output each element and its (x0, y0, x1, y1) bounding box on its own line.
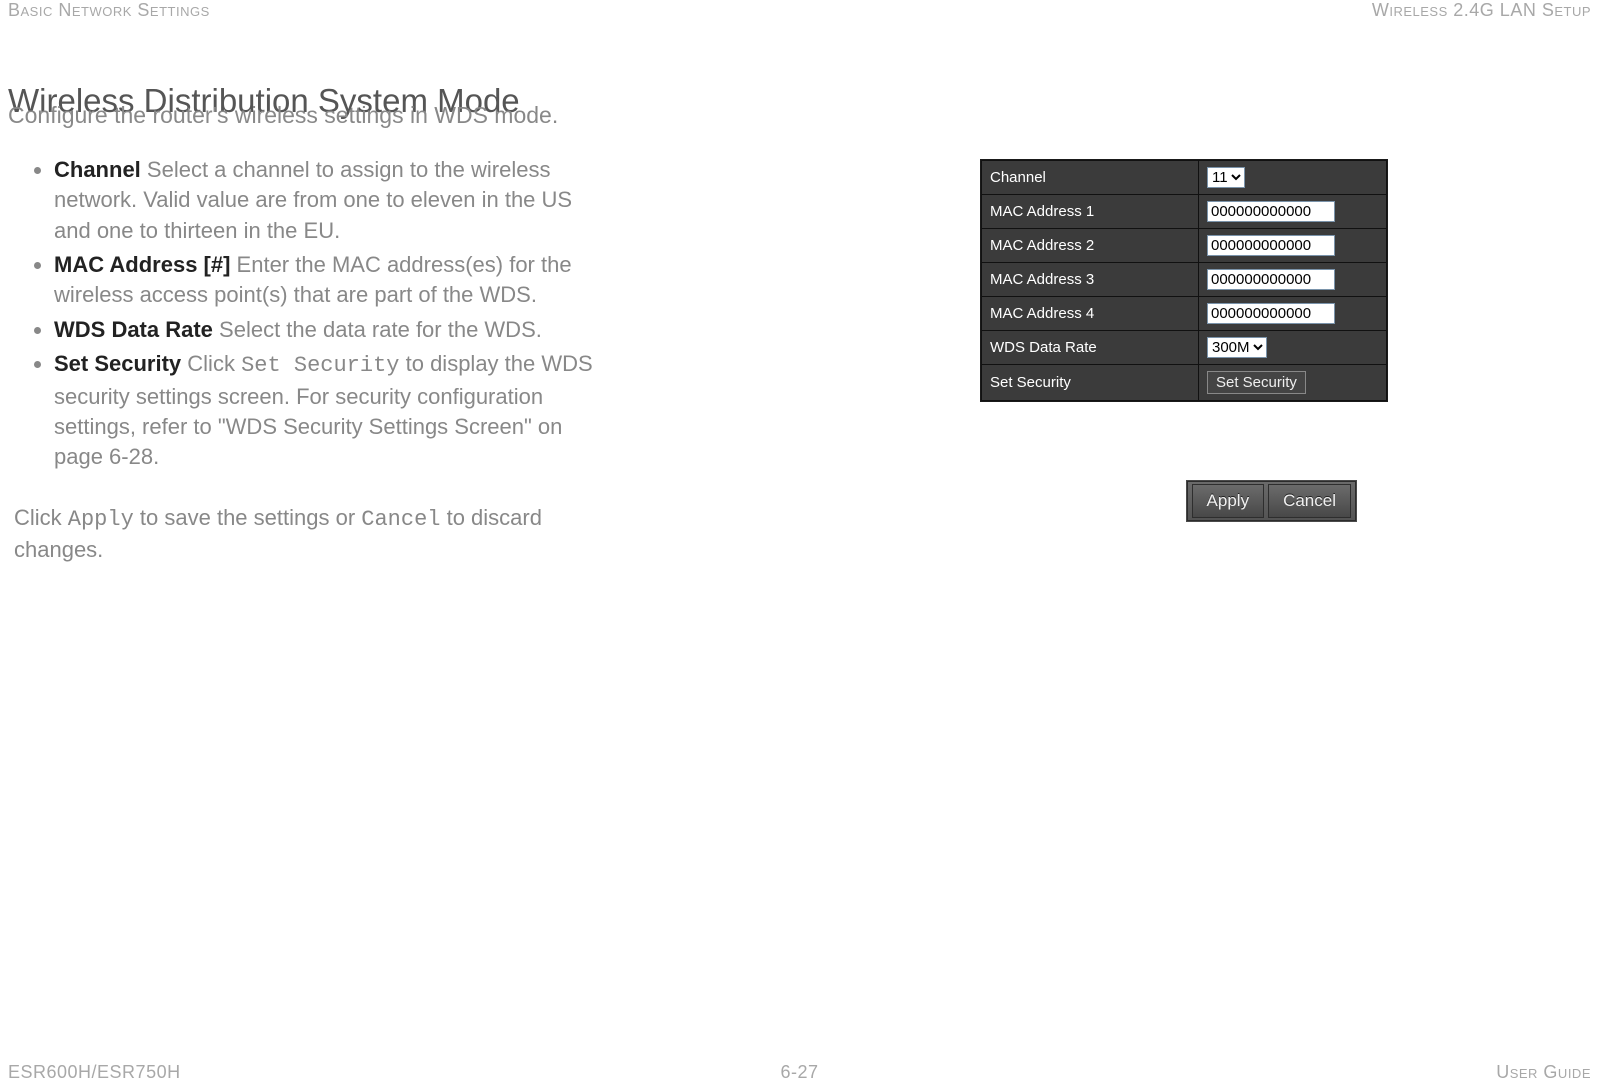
wds-rate-value-cell: 300M (1199, 331, 1387, 365)
wds-settings-table: Channel 11 MAC Address 1 MAC Address 2 M… (981, 160, 1387, 401)
mac1-input[interactable] (1207, 201, 1335, 222)
mac3-input[interactable] (1207, 269, 1335, 290)
list-item: Set Security Click Set Security to displ… (54, 349, 599, 472)
term-wds: WDS Data Rate (54, 317, 213, 342)
table-row: MAC Address 4 (982, 297, 1387, 331)
apply-mid: to save the settings or (134, 505, 361, 530)
wds-rate-select[interactable]: 300M (1207, 337, 1267, 358)
mac4-value-cell (1199, 297, 1387, 331)
wds-rate-label: WDS Data Rate (982, 331, 1199, 365)
code-cancel: Cancel (361, 507, 440, 532)
mac1-value-cell (1199, 195, 1387, 229)
list-item: MAC Address [#] Enter the MAC address(es… (54, 250, 599, 311)
footer-page-number: 6-27 (780, 1062, 818, 1083)
desc-wds: Select the data rate for the WDS. (213, 317, 542, 342)
channel-label: Channel (982, 161, 1199, 195)
apply-cancel-panel: Apply Cancel (1186, 480, 1357, 522)
mac3-label: MAC Address 3 (982, 263, 1199, 297)
list-item: WDS Data Rate Select the data rate for t… (54, 315, 599, 345)
mac4-input[interactable] (1207, 303, 1335, 324)
cancel-button[interactable]: Cancel (1268, 484, 1351, 518)
code-apply: Apply (68, 507, 134, 532)
channel-value-cell: 11 (1199, 161, 1387, 195)
mac4-label: MAC Address 4 (982, 297, 1199, 331)
table-row: WDS Data Rate 300M (982, 331, 1387, 365)
set-security-label: Set Security (982, 365, 1199, 401)
code-set-security: Set Security (241, 353, 399, 378)
set-security-value-cell: Set Security (1199, 365, 1387, 401)
apply-pre: Click (14, 505, 68, 530)
page-subtitle: Configure the router's wireless settings… (8, 102, 558, 129)
table-row: Channel 11 (982, 161, 1387, 195)
term-mac: MAC Address [#] (54, 252, 230, 277)
term-channel: Channel (54, 157, 141, 182)
mac2-label: MAC Address 2 (982, 229, 1199, 263)
table-row: MAC Address 1 (982, 195, 1387, 229)
table-row: MAC Address 3 (982, 263, 1387, 297)
mac3-value-cell (1199, 263, 1387, 297)
apply-button[interactable]: Apply (1192, 484, 1265, 518)
mac2-input[interactable] (1207, 235, 1335, 256)
footer-left-model: ESR600H/ESR750H (8, 1062, 181, 1083)
mac2-value-cell (1199, 229, 1387, 263)
header-right: Wireless 2.4G LAN Setup (1372, 0, 1591, 21)
table-row: MAC Address 2 (982, 229, 1387, 263)
footer-right: User Guide (1496, 1062, 1591, 1083)
term-security: Set Security (54, 351, 181, 376)
channel-select[interactable]: 11 (1207, 167, 1245, 188)
description-column: Channel Select a channel to assign to th… (24, 155, 599, 565)
apply-paragraph: Click Apply to save the settings or Canc… (14, 503, 599, 566)
table-row: Set Security Set Security (982, 365, 1387, 401)
list-item: Channel Select a channel to assign to th… (54, 155, 599, 246)
header-left: Basic Network Settings (8, 0, 210, 21)
field-list: Channel Select a channel to assign to th… (24, 155, 599, 473)
mac1-label: MAC Address 1 (982, 195, 1199, 229)
desc-security-pre: Click (181, 351, 241, 376)
set-security-button[interactable]: Set Security (1207, 371, 1306, 394)
